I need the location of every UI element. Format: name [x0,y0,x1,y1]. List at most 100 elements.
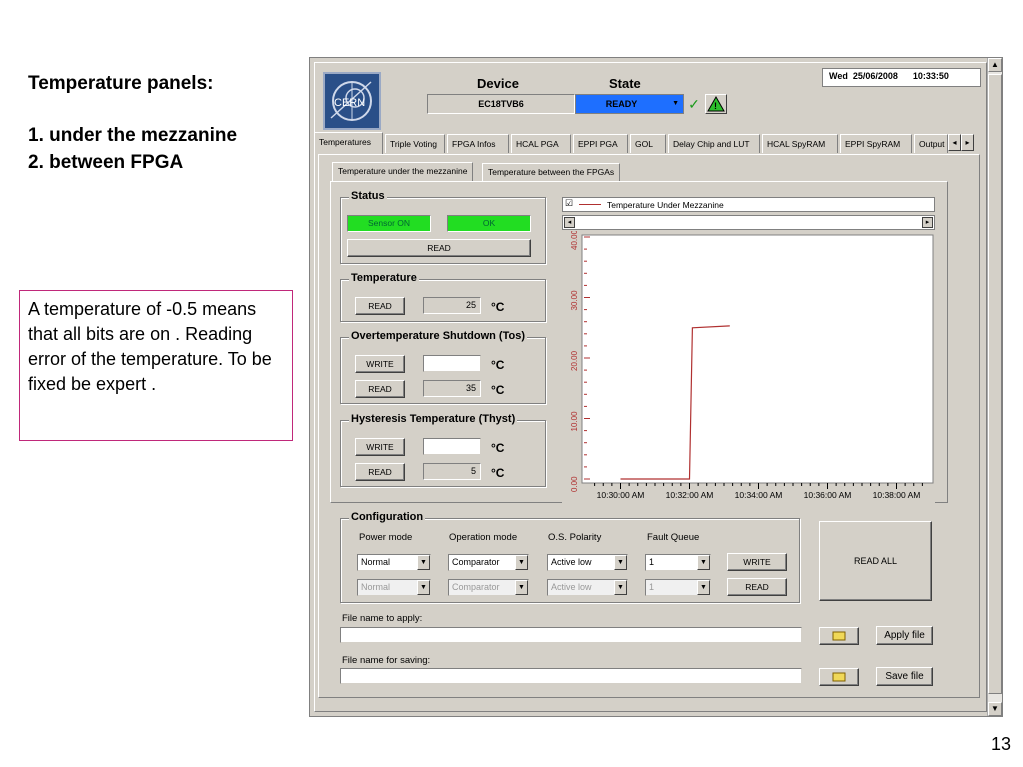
chevron-down-icon: ▼ [614,580,627,595]
file-apply-label: File name to apply: [342,613,423,624]
fault-queue-readback-value: 1 [649,582,655,592]
os-polarity-readback: Active low ▼ [547,579,628,596]
x-tick-label: 10:32:00 AM [666,490,714,500]
thyst-group: Hysteresis Temperature (Thyst) WRITE °C … [340,413,546,487]
celsius-unit: °C [491,383,505,397]
save-file-button[interactable]: Save file [876,667,933,686]
browse-save-button[interactable] [819,668,859,686]
chevron-down-icon[interactable]: ▼ [697,555,710,570]
file-save-label: File name for saving: [342,655,431,666]
temperature-chart: ☑ Temperature Under Mezzanine ◂ ▸ 0.00 10… [562,197,935,505]
chevron-down-icon: ▼ [417,580,430,595]
chart-scroll-left-icon[interactable]: ◂ [564,217,575,228]
state-field[interactable]: READY ▼ [575,94,684,114]
note-box: A temperature of -0.5 means that all bit… [19,290,293,441]
warning-icon: ! [707,95,725,112]
scroll-down-icon[interactable]: ▼ [988,702,1002,716]
thyst-value: 5 [423,463,481,480]
fault-queue-readback: 1 ▼ [645,579,711,596]
state-value: READY [605,99,638,109]
slide-list: 1. under the mezzanine 2. between FPGA [28,122,237,176]
x-tick-label: 10:30:00 AM [597,490,645,500]
tab-gol[interactable]: GOL [630,134,666,153]
y-tick-label: 30.00 [570,290,579,311]
configuration-group: Configuration Power mode Operation mode … [340,511,800,603]
tos-input[interactable] [423,355,481,372]
power-mode-value: Normal [361,557,391,567]
tab-output[interactable]: Output [914,134,948,153]
power-mode-select[interactable]: Normal ▼ [357,554,431,571]
status-read-button[interactable]: READ [347,239,531,257]
config-read-button[interactable]: READ [727,578,787,596]
dropdown-arrow-icon[interactable]: ▼ [672,95,679,113]
browse-apply-button[interactable] [819,627,859,645]
thyst-read-button[interactable]: READ [355,463,405,481]
config-write-button[interactable]: WRITE [727,553,787,571]
file-save-input[interactable] [340,668,802,684]
tos-read-button[interactable]: READ [355,380,405,398]
subtab-between-fpgas[interactable]: Temperature between the FPGAs [482,163,621,181]
sensor-on-indicator: Sensor ON [347,215,431,232]
scroll-thumb[interactable] [988,74,1002,694]
os-polarity-label: O.S. Polarity [548,532,602,543]
scroll-up-icon[interactable]: ▲ [988,58,1002,72]
fault-queue-select[interactable]: 1 ▼ [645,554,711,571]
chart-scroll-right-icon[interactable]: ▸ [922,217,933,228]
temperature-value: 25 [423,297,481,314]
tos-write-button[interactable]: WRITE [355,355,405,373]
folder-icon [832,631,846,641]
operation-mode-label: Operation mode [449,532,518,543]
state-label: State [609,76,641,91]
slide-title: Temperature panels: [28,73,214,94]
operation-mode-readback-value: Comparator [452,582,500,592]
tab-scroll-left-icon[interactable]: ◂ [948,134,961,151]
y-tick-label: 10.00 [570,411,579,432]
slide-list-item: 1. under the mezzanine [28,125,238,146]
chevron-down-icon: ▼ [515,580,528,595]
tab-triple-voting[interactable]: Triple Voting [385,134,445,153]
read-all-button[interactable]: READ ALL [819,521,932,601]
temperature-title: Temperature [349,272,419,284]
thyst-write-button[interactable]: WRITE [355,438,405,456]
legend-checkbox-icon[interactable]: ☑ [565,198,573,209]
tos-title: Overtemperature Shutdown (Tos) [349,330,527,342]
chart-hscroll[interactable]: ◂ ▸ [562,215,935,230]
slide-list-item: 2. between FPGA [28,152,184,173]
checkmark-icon[interactable]: ✓ [685,94,703,114]
chevron-down-icon[interactable]: ▼ [614,555,627,570]
warning-button[interactable]: ! [705,94,727,114]
file-apply-input[interactable] [340,627,802,643]
power-mode-label: Power mode [359,532,413,543]
subtab-under-mezzanine[interactable]: Temperature under the mezzanine [332,162,474,182]
tab-eppi-spyram[interactable]: EPPI SpyRAM [840,134,912,153]
tab-delay-chip[interactable]: Delay Chip and LUT [668,134,760,153]
tab-hcal-spyram[interactable]: HCAL SpyRAM [762,134,838,153]
y-tick-label: 0.00 [570,476,579,492]
device-field: EC18TVB6 [427,94,575,114]
x-tick-label: 10:38:00 AM [873,490,921,500]
thyst-input[interactable] [423,438,481,455]
tab-scroll-right-icon[interactable]: ▸ [961,134,974,151]
temperature-group: Temperature READ 25 °C [340,272,546,322]
y-tick-label: 20.00 [570,350,579,371]
os-polarity-value: Active low [551,557,592,567]
tab-eppi-pga[interactable]: EPPI PGA [573,134,628,153]
apply-file-button[interactable]: Apply file [876,626,933,645]
chevron-down-icon: ▼ [697,580,710,595]
status-title: Status [349,190,387,202]
temperature-read-button[interactable]: READ [355,297,405,315]
datetime-display: Wed 25/06/2008 10:33:50 [822,68,981,87]
tab-fpga-infos[interactable]: FPGA Infos [447,134,509,153]
os-polarity-select[interactable]: Active low ▼ [547,554,628,571]
cern-logo-icon: CERN [330,81,372,121]
tab-temperatures[interactable]: Temperatures [314,132,383,154]
page-number: 13 [990,734,1011,754]
tab-hcal-pga[interactable]: HCAL PGA [511,134,571,153]
ok-indicator: OK [447,215,531,232]
operation-mode-readback: Comparator ▼ [448,579,529,596]
chevron-down-icon[interactable]: ▼ [417,555,430,570]
vertical-scrollbar[interactable]: ▲ ▼ [987,58,1002,716]
chart-plot: 0.00 10.00 20.00 30.00 40.00 10:30:00 AM 10:32… [570,231,934,500]
operation-mode-select[interactable]: Comparator ▼ [448,554,529,571]
chevron-down-icon[interactable]: ▼ [515,555,528,570]
